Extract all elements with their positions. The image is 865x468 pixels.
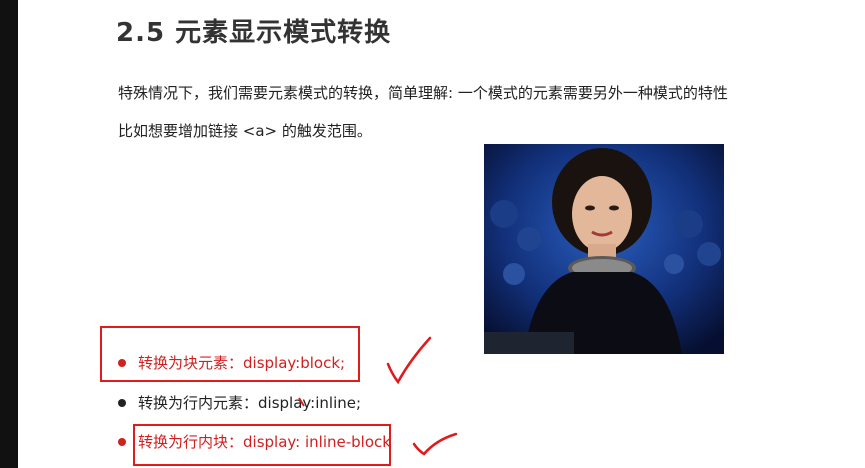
pen-mark: [298, 397, 305, 407]
checkmark-icon: [386, 336, 432, 385]
annotation-overlay: [298, 336, 458, 456]
checkmark-icon: [412, 432, 458, 456]
